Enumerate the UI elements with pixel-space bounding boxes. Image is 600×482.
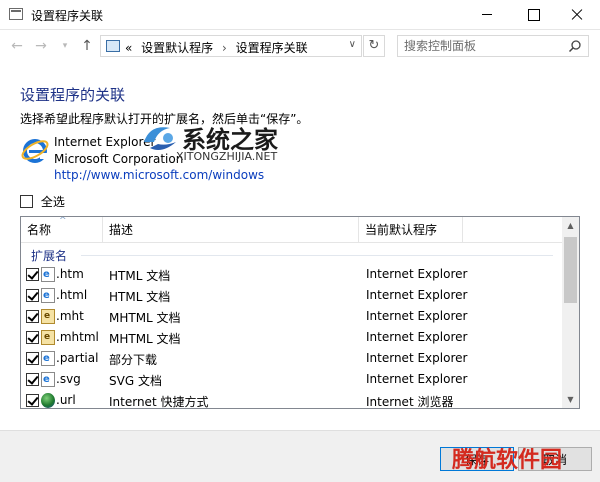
watermark-subtext: XITONGZHIJIA.NET [176, 150, 278, 163]
row-checkbox[interactable] [26, 268, 39, 281]
page-title: 设置程序的关联 [20, 86, 126, 104]
table-row[interactable]: e .partial 部分下载 Internet Explorer [21, 348, 563, 369]
row-description: HTML 文档 [109, 269, 171, 283]
row-extension: .htm [56, 267, 84, 281]
watermark-logo-icon [144, 127, 176, 150]
row-current-program: Internet Explorer [366, 309, 468, 323]
breadcrumb-item-default-programs[interactable]: 设置默认程序 [141, 41, 213, 55]
column-header-description[interactable]: 描述 [103, 217, 359, 243]
window-title: 设置程序关联 [31, 9, 104, 23]
column-header-name[interactable]: ^ 名称 [21, 217, 103, 243]
address-dropdown-chevron-icon[interactable]: ∨ [349, 39, 356, 50]
address-bar[interactable]: « 设置默认程序 › 设置程序关联 ∨ [100, 35, 362, 57]
row-extension: .svg [56, 372, 81, 386]
control-panel-icon [106, 40, 120, 52]
row-description: HTML 文档 [109, 290, 171, 304]
recent-locations-chevron-icon[interactable]: ▾ [56, 36, 74, 56]
breadcrumb-overflow[interactable]: « [125, 41, 132, 55]
column-header-name-label: 名称 [27, 223, 52, 237]
row-description: SVG 文档 [109, 374, 162, 388]
watermark-xitongzhijia: 系统之家 XITONGZHIJIA.NET [140, 120, 310, 170]
row-current-program: Internet Explorer [366, 288, 468, 302]
title-bar: 设置程序关联 [0, 0, 600, 30]
ie-document-icon: e [41, 267, 55, 282]
row-checkbox[interactable] [26, 373, 39, 386]
row-description: MHTML 文档 [109, 332, 181, 346]
breadcrumb-separator-icon[interactable]: › [222, 41, 227, 55]
row-description: Internet 快捷方式 [109, 395, 209, 409]
window-app-icon [9, 8, 23, 20]
mhtml-icon: e [41, 309, 55, 324]
group-header-extensions: 扩展名 [31, 247, 553, 263]
row-extension: .html [56, 288, 88, 302]
scrollbar-thumb[interactable] [564, 237, 577, 303]
row-checkbox[interactable] [26, 352, 39, 365]
navigation-bar: ← → ▾ ↑ « 设置默认程序 › 设置程序关联 ∨ ↻ [0, 30, 600, 62]
row-extension: .partial [56, 351, 99, 365]
program-url-link[interactable]: http://www.microsoft.com/windows [54, 168, 264, 182]
column-header-current-default[interactable]: 当前默认程序 [359, 217, 463, 243]
internet-explorer-icon [21, 139, 49, 163]
row-description: MHTML 文档 [109, 311, 181, 325]
table-row[interactable]: e .mhtml MHTML 文档 Internet Explorer [21, 327, 563, 348]
vertical-scrollbar[interactable]: ▲ ▼ [562, 217, 579, 408]
row-extension: .mht [56, 309, 84, 323]
ie-document-icon: e [41, 372, 55, 387]
sort-ascending-icon: ^ [59, 216, 67, 226]
watermark-tenghang: 腾航软件园 [452, 448, 563, 473]
search-icon[interactable] [568, 39, 582, 53]
select-all-label: 全选 [40, 195, 65, 209]
table-row[interactable]: e .htm HTML 文档 Internet Explorer [21, 264, 563, 285]
table-row[interactable]: e .svg SVG 文档 Internet Explorer [21, 369, 563, 390]
refresh-icon[interactable]: ↻ [363, 35, 385, 57]
group-divider [81, 255, 553, 256]
row-checkbox[interactable] [26, 331, 39, 344]
search-input[interactable] [404, 38, 564, 54]
scroll-down-arrow-icon[interactable]: ▼ [562, 391, 579, 408]
column-header-description-label: 描述 [109, 223, 134, 237]
row-current-program: Internet 浏览器 [366, 395, 454, 409]
forward-arrow-icon[interactable]: → [32, 36, 50, 56]
minimize-button[interactable] [464, 0, 510, 30]
select-all-box[interactable] [20, 195, 33, 208]
back-arrow-icon[interactable]: ← [8, 36, 26, 56]
row-description: 部分下载 [109, 353, 158, 367]
column-header-current-default-label: 当前默认程序 [365, 223, 438, 237]
row-current-program: Internet Explorer [366, 351, 468, 365]
close-button[interactable] [554, 0, 600, 30]
list-header: ^ 名称 描述 当前默认程序 [21, 217, 563, 243]
maximize-button[interactable] [510, 0, 556, 30]
globe-icon [41, 393, 55, 408]
breadcrumb: « 设置默认程序 › 设置程序关联 [125, 39, 313, 56]
breadcrumb-item-set-associations[interactable]: 设置程序关联 [236, 41, 308, 55]
row-extension: .url [56, 393, 76, 407]
row-checkbox[interactable] [26, 289, 39, 302]
row-extension: .mhtml [56, 330, 99, 344]
mhtml-icon: e [41, 330, 55, 345]
scroll-up-arrow-icon[interactable]: ▲ [562, 217, 579, 234]
select-all-checkbox[interactable]: 全选 [20, 193, 65, 209]
row-current-program: Internet Explorer [366, 372, 468, 386]
table-row[interactable]: e .mht MHTML 文档 Internet Explorer [21, 306, 563, 327]
extension-list: ^ 名称 描述 当前默认程序 扩展名 e .htm HTML 文档 Intern… [20, 216, 580, 409]
table-row[interactable]: .url Internet 快捷方式 Internet 浏览器 [21, 390, 563, 409]
row-checkbox[interactable] [26, 394, 39, 407]
table-row[interactable]: e .html HTML 文档 Internet Explorer [21, 285, 563, 306]
row-current-program: Internet Explorer [366, 267, 468, 281]
row-checkbox[interactable] [26, 310, 39, 323]
up-arrow-icon[interactable]: ↑ [78, 36, 96, 56]
ie-document-icon: e [41, 351, 55, 366]
group-label: 扩展名 [31, 249, 74, 263]
search-box[interactable] [397, 35, 589, 57]
ie-document-icon: e [41, 288, 55, 303]
row-current-program: Internet Explorer [366, 330, 468, 344]
